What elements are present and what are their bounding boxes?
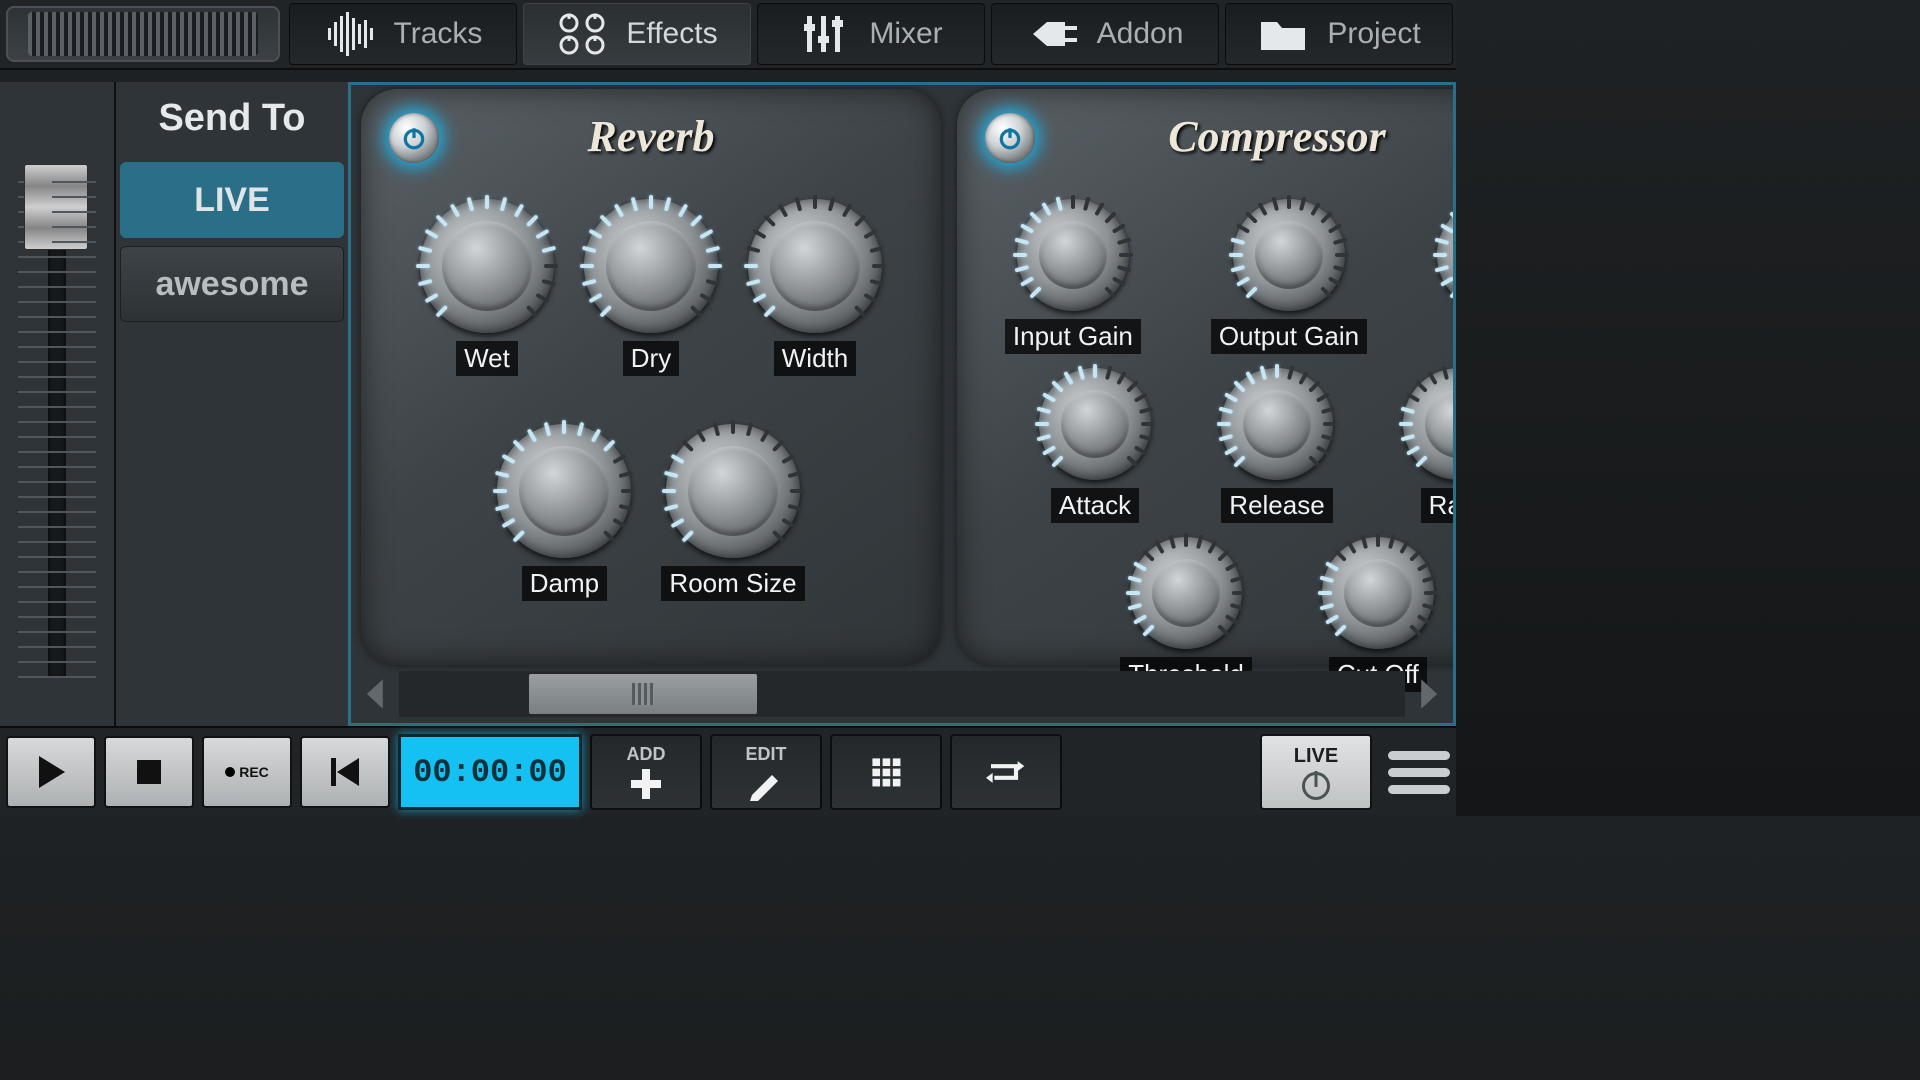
knob-label: Output Gain — [1211, 319, 1367, 354]
knob-label: Width — [774, 341, 856, 376]
knob-dial[interactable] — [497, 424, 631, 558]
mixer-icon — [799, 10, 851, 58]
knob-dial[interactable] — [748, 199, 882, 333]
stop-icon — [129, 752, 169, 792]
add-label: ADD — [627, 744, 666, 765]
fx-card-reverb: Reverb Wet Dry Width Damp Room Size — [361, 89, 941, 665]
nav-tab-project[interactable]: Project — [1225, 3, 1453, 65]
waveform-icon — [324, 10, 376, 58]
edit-label: EDIT — [745, 744, 786, 765]
nav-tab-addon[interactable]: Addon — [991, 3, 1219, 65]
fx-card-compressor: Compressor Input Gain Output Gain Wet Attack… — [957, 89, 1456, 665]
nav-label: Tracks — [394, 17, 483, 51]
play-button[interactable] — [6, 736, 96, 808]
send-item-live[interactable]: LIVE — [120, 162, 344, 238]
knob-output-gain: Output Gain — [1211, 199, 1367, 354]
knob-dial[interactable] — [666, 424, 800, 558]
skip-back-button[interactable] — [300, 736, 390, 808]
nav-label: Project — [1327, 17, 1420, 51]
knob-label: Ratio — [1421, 488, 1456, 523]
knob-dial[interactable] — [1437, 199, 1456, 311]
send-item-label: awesome — [155, 265, 308, 304]
knob-dial[interactable] — [1039, 368, 1151, 480]
knob-label: Damp — [522, 566, 607, 601]
master-fader-strip — [0, 82, 116, 726]
knob-label: Room Size — [661, 566, 804, 601]
send-item-awesome[interactable]: awesome — [120, 246, 344, 322]
grid-icon — [866, 755, 906, 789]
knob-damp: Damp — [497, 424, 631, 601]
knob-dial[interactable] — [1017, 199, 1129, 311]
effects-scroll — [353, 669, 1451, 719]
knob-dial[interactable] — [1221, 368, 1333, 480]
knob-dial[interactable] — [1130, 537, 1242, 649]
rec-label: REC — [225, 764, 269, 780]
pencil-icon — [746, 767, 786, 801]
loop-button[interactable] — [950, 734, 1062, 810]
scroll-thumb[interactable] — [529, 674, 757, 714]
play-icon — [31, 752, 71, 792]
knob-label: Wet — [456, 341, 518, 376]
knob-label: Input Gain — [1005, 319, 1141, 354]
add-button[interactable]: ADD — [590, 734, 702, 810]
knob-dial[interactable] — [1403, 368, 1456, 480]
knob-dial[interactable] — [420, 199, 554, 333]
stop-button[interactable] — [104, 736, 194, 808]
knob-ratio: Ratio — [1403, 368, 1456, 523]
knob-wet: Wet — [1437, 199, 1456, 354]
knob-attack: Attack — [1039, 368, 1151, 523]
loop-icon — [986, 755, 1026, 789]
transport-bar: REC 00:00:00 ADD EDIT LIVE — [0, 726, 1456, 816]
nav-label: Mixer — [869, 17, 942, 51]
live-label: LIVE — [1294, 745, 1338, 768]
hamburger-menu[interactable] — [1388, 741, 1450, 803]
plug-icon — [1027, 10, 1079, 58]
skip-back-icon — [325, 752, 365, 792]
nav-tab-mixer[interactable]: Mixer — [757, 3, 985, 65]
knob-dial[interactable] — [584, 199, 718, 333]
knob-wet: Wet — [420, 199, 554, 376]
nav-tab-effects[interactable]: Effects — [523, 3, 751, 65]
power-icon — [1302, 772, 1330, 800]
knob-label: Attack — [1051, 488, 1139, 523]
fader-handle[interactable] — [24, 164, 88, 250]
live-button[interactable]: LIVE — [1260, 734, 1372, 810]
knob-label: Release — [1221, 488, 1332, 523]
knob-label: Dry — [623, 341, 679, 376]
send-to-title: Send To — [116, 82, 348, 154]
record-button[interactable]: REC — [202, 736, 292, 808]
nav-label: Effects — [626, 17, 717, 51]
knob-release: Release — [1221, 368, 1333, 523]
fader-track[interactable] — [48, 168, 66, 678]
effects-icon — [556, 10, 608, 58]
knob-dry: Dry — [584, 199, 718, 376]
knob-input-gain: Input Gain — [1005, 199, 1141, 354]
knob-room-size: Room Size — [661, 424, 804, 601]
scroll-right-button[interactable] — [1405, 671, 1451, 717]
knob-dial[interactable] — [1233, 199, 1345, 311]
plus-icon — [626, 767, 666, 801]
fx-title: Compressor — [957, 111, 1456, 162]
scroll-bar[interactable] — [399, 671, 1405, 717]
timecode-display: 00:00:00 — [398, 734, 582, 810]
scroll-left-button[interactable] — [353, 671, 399, 717]
edit-button[interactable]: EDIT — [710, 734, 822, 810]
send-item-label: LIVE — [194, 181, 270, 220]
send-to-panel: Send To LIVE awesome — [116, 82, 348, 726]
nav-label: Addon — [1097, 17, 1184, 51]
app-logo — [6, 6, 280, 62]
effects-area: Reverb Wet Dry Width Damp Room Size Compressor… — [348, 82, 1456, 726]
nav-tab-tracks[interactable]: Tracks — [289, 3, 517, 65]
fx-title: Reverb — [361, 111, 941, 162]
grid-button[interactable] — [830, 734, 942, 810]
knob-width: Width — [748, 199, 882, 376]
folder-icon — [1257, 10, 1309, 58]
top-nav: Tracks Effects Mixer Addon Project — [0, 0, 1456, 70]
knob-dial[interactable] — [1322, 537, 1434, 649]
